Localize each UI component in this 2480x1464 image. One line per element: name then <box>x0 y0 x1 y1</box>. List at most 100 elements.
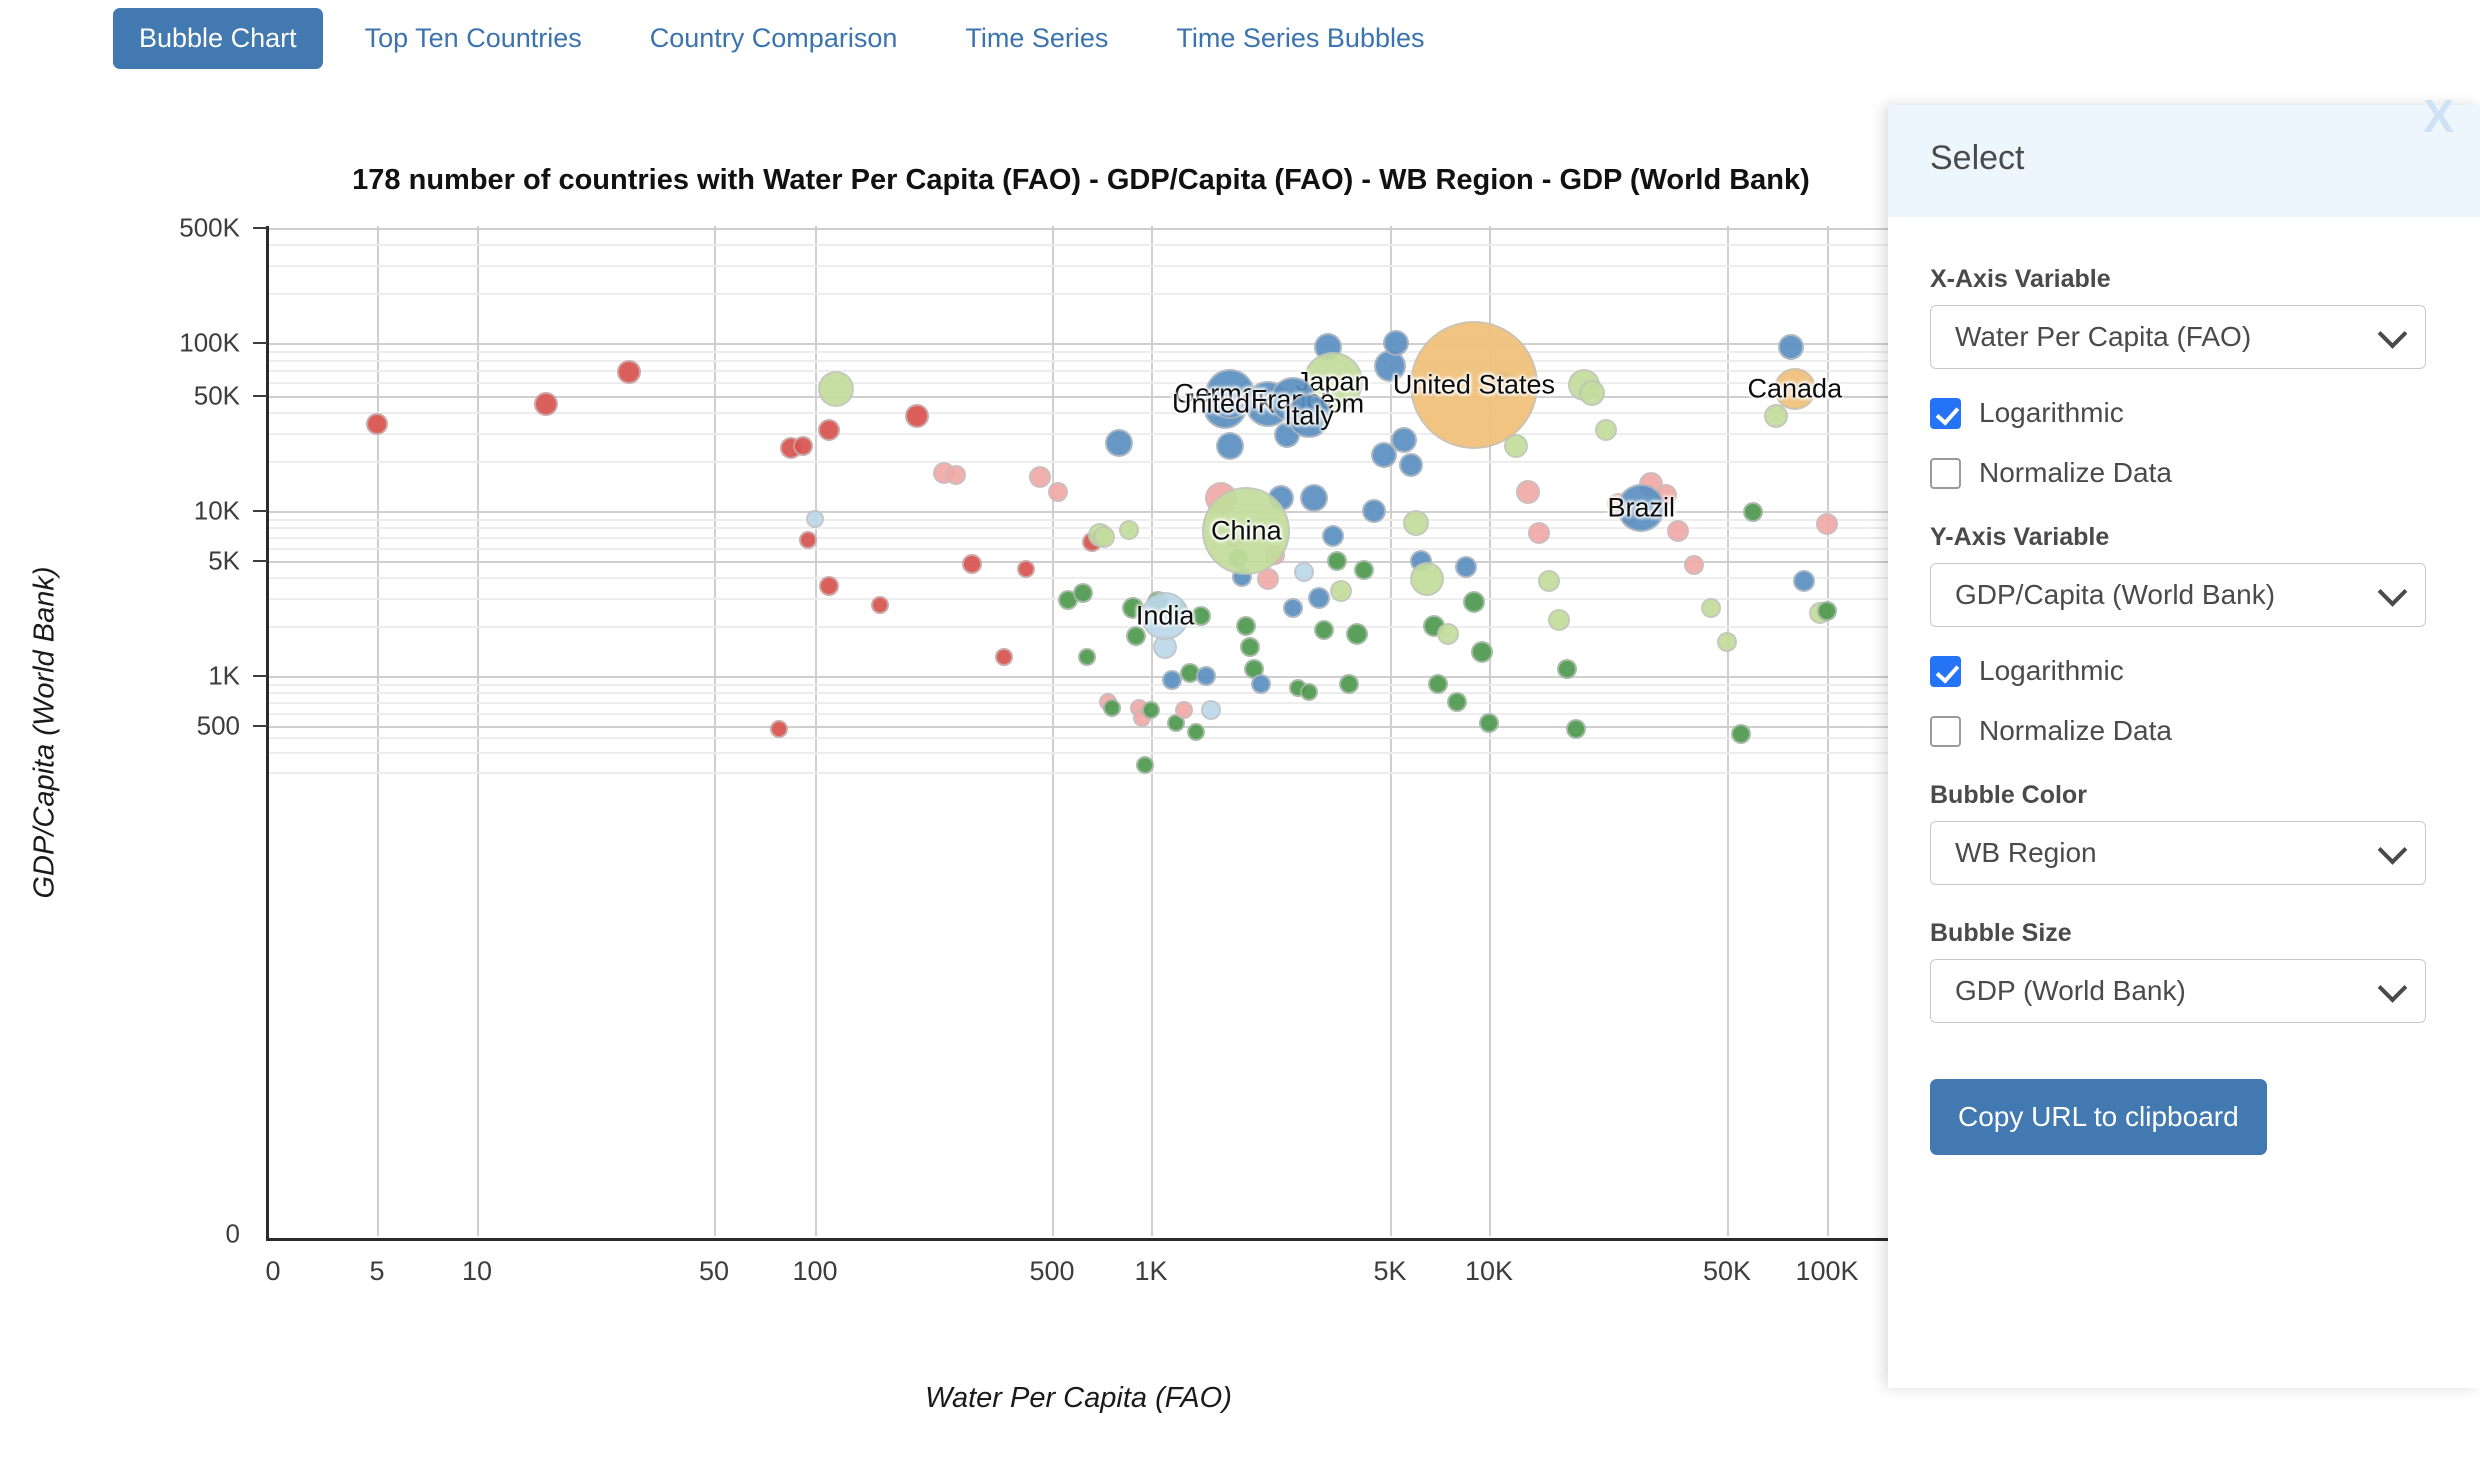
bubble-italy[interactable] <box>1287 393 1332 438</box>
bubble-size-select[interactable]: GDP (World Bank) <box>1930 959 2426 1023</box>
tab-country-comparison[interactable]: Country Comparison <box>624 8 924 69</box>
bubble[interactable] <box>1428 673 1449 694</box>
bubble[interactable] <box>1190 606 1211 627</box>
bubble[interactable] <box>1300 483 1329 512</box>
bubble[interactable] <box>1142 701 1160 720</box>
bubble[interactable] <box>1175 701 1194 720</box>
bubble[interactable] <box>1330 579 1353 602</box>
bubble[interactable] <box>1403 509 1430 536</box>
bubble[interactable] <box>905 403 930 428</box>
bubble[interactable] <box>1515 480 1540 505</box>
bubble[interactable] <box>994 648 1013 667</box>
bubble[interactable] <box>1321 524 1344 547</box>
x-logarithmic-row[interactable]: Logarithmic <box>1930 397 2438 429</box>
tab-top-ten-countries[interactable]: Top Ten Countries <box>339 8 608 69</box>
y-normalize-checkbox[interactable] <box>1930 715 1961 747</box>
bubble[interactable] <box>961 553 982 574</box>
x-normalize-row[interactable]: Normalize Data <box>1930 457 2438 489</box>
bubble[interactable] <box>1300 683 1319 702</box>
bubble[interactable] <box>1327 551 1348 571</box>
bubble[interactable] <box>1594 419 1617 442</box>
bubble[interactable] <box>1454 555 1477 578</box>
bubble[interactable] <box>1161 669 1182 690</box>
bubble[interactable] <box>1447 691 1468 712</box>
bubble[interactable] <box>1701 597 1722 618</box>
bubble[interactable] <box>1282 597 1303 618</box>
bubble[interactable] <box>769 720 788 739</box>
bubble[interactable] <box>798 530 817 549</box>
bubble[interactable] <box>1667 519 1690 542</box>
bubble[interactable] <box>819 576 840 597</box>
bubble[interactable] <box>945 465 966 486</box>
copy-url-button[interactable]: Copy URL to clipboard <box>1930 1079 2267 1155</box>
y-normalize-row[interactable]: Normalize Data <box>1930 715 2438 747</box>
bubble[interactable] <box>1136 755 1155 774</box>
bubble[interactable] <box>1105 428 1134 457</box>
bubble[interactable] <box>1017 559 1036 578</box>
bubble-canada[interactable] <box>1773 367 1816 410</box>
bubble[interactable] <box>1382 330 1409 356</box>
bubble[interactable] <box>818 419 841 442</box>
y-axis-variable-select[interactable]: GDP/Capita (World Bank) <box>1930 563 2426 627</box>
bubble[interactable] <box>1816 512 1838 535</box>
x-logarithmic-checkbox[interactable] <box>1930 397 1961 429</box>
bubble[interactable] <box>1028 466 1051 489</box>
bubble[interactable] <box>1557 659 1578 680</box>
bubble[interactable] <box>534 391 559 416</box>
bubble[interactable] <box>1578 380 1605 406</box>
tab-time-series[interactable]: Time Series <box>939 8 1134 69</box>
bubble[interactable] <box>366 412 388 435</box>
bubble[interactable] <box>1125 626 1146 646</box>
bubble[interactable] <box>1410 561 1445 596</box>
bubble[interactable] <box>817 370 854 407</box>
bubble[interactable] <box>1201 700 1222 721</box>
bubble[interactable] <box>616 360 641 385</box>
bubble[interactable] <box>1547 608 1570 631</box>
bubble[interactable] <box>1792 569 1815 592</box>
bubble[interactable] <box>1390 427 1417 454</box>
bubble-india[interactable] <box>1141 592 1190 641</box>
bubble[interactable] <box>1684 555 1704 576</box>
bubble[interactable] <box>1093 525 1116 548</box>
bubble[interactable] <box>1399 453 1424 478</box>
bubble[interactable] <box>1215 431 1244 460</box>
x-normalize-checkbox[interactable] <box>1930 457 1961 489</box>
y-logarithmic-row[interactable]: Logarithmic <box>1930 655 2438 687</box>
bubble[interactable] <box>1717 632 1737 653</box>
x-axis-variable-select[interactable]: Water Per Capita (FAO) <box>1930 305 2426 369</box>
bubble[interactable] <box>1196 666 1217 686</box>
bubble[interactable] <box>792 435 813 456</box>
bubble-united-states[interactable] <box>1409 320 1538 449</box>
close-icon[interactable]: X <box>2423 89 2454 143</box>
bubble[interactable] <box>1251 673 1272 694</box>
bubble[interactable] <box>1339 673 1360 694</box>
bubble[interactable] <box>1308 586 1330 609</box>
bubble[interactable] <box>1047 482 1068 503</box>
bubble[interactable] <box>1240 637 1261 658</box>
bubble[interactable] <box>1345 623 1368 645</box>
bubble[interactable] <box>1078 648 1097 667</box>
bubble[interactable] <box>1313 620 1334 641</box>
bubble[interactable] <box>1565 719 1586 740</box>
y-logarithmic-checkbox[interactable] <box>1930 655 1961 687</box>
bubble[interactable] <box>1462 591 1485 614</box>
tab-time-series-bubbles[interactable]: Time Series Bubbles <box>1150 8 1450 69</box>
bubble[interactable] <box>1743 502 1764 523</box>
bubble-color-select[interactable]: WB Region <box>1930 821 2426 885</box>
bubble-china[interactable] <box>1202 486 1291 575</box>
bubble[interactable] <box>1236 616 1257 637</box>
bubble[interactable] <box>1730 723 1751 744</box>
bubble[interactable] <box>1119 519 1140 540</box>
bubble[interactable] <box>1778 333 1805 360</box>
bubble[interactable] <box>1354 560 1375 581</box>
bubble[interactable] <box>870 596 889 615</box>
bubble-brazil[interactable] <box>1617 483 1666 532</box>
bubble[interactable] <box>1527 521 1550 544</box>
bubble[interactable] <box>1362 499 1387 523</box>
bubble[interactable] <box>1102 699 1121 718</box>
bubble[interactable] <box>1817 600 1837 621</box>
bubble[interactable] <box>1072 582 1093 603</box>
tab-bubble-chart[interactable]: Bubble Chart <box>113 7 323 69</box>
bubble[interactable] <box>1436 623 1459 645</box>
bubble[interactable] <box>1186 723 1205 742</box>
